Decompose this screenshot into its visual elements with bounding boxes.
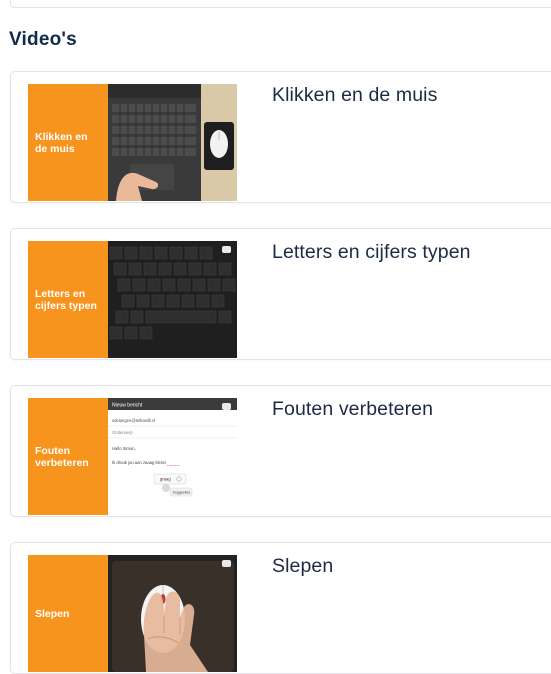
video-card-fouten[interactable]: Fouten verbeteren Nieuw bericht sdelange… (10, 385, 551, 517)
previous-card-edge (10, 0, 551, 8)
hand-on-mouse-photo (108, 555, 237, 672)
email-header: Nieuw bericht (112, 403, 143, 409)
thumbnail-label-panel: Klikken en de muis (28, 84, 108, 201)
thumbnail-label-panel: Slepen (28, 555, 108, 672)
keyboard-photo (108, 241, 237, 358)
email-body: Ik drouk jou aan zaaag kleinz (112, 460, 166, 465)
video-thumbnail[interactable]: Klikken en de muis (28, 84, 237, 201)
thumbnail-label-panel: Letters en cijfers typen (28, 241, 108, 358)
camera-icon (222, 246, 231, 253)
video-title[interactable]: Letters en cijfers typen (272, 241, 471, 264)
video-thumbnail[interactable]: Fouten verbeteren Nieuw bericht sdelange… (28, 398, 237, 515)
video-card-klikken[interactable]: Klikken en de muis Klikken en de muis (10, 71, 551, 203)
video-card-slepen[interactable]: Slepen Slepen (10, 542, 551, 674)
camera-icon (222, 403, 231, 410)
email-greeting: Hallo Simon, (112, 446, 136, 451)
thumbnail-label-panel: Fouten verbeteren (28, 398, 108, 515)
video-title[interactable]: Klikken en de muis (272, 84, 437, 107)
thumbnail-label: Klikken en de muis (35, 130, 88, 155)
video-thumbnail[interactable]: Letters en cijfers typen (28, 241, 237, 358)
email-subject: Onderwerp (112, 430, 133, 435)
laptop-mouse-photo (108, 84, 237, 201)
thumbnail-label: Slepen (35, 607, 70, 620)
camera-icon (222, 560, 231, 567)
video-title[interactable]: Slepen (272, 555, 333, 578)
video-title[interactable]: Fouten verbeteren (272, 398, 433, 421)
video-thumbnail[interactable]: Slepen (28, 555, 237, 672)
video-card-letters[interactable]: Letters en cijfers typen Letters en cijf… (10, 228, 551, 360)
email-to: sdelangen@telbanilk.nl (112, 418, 155, 423)
thumbnail-label: Fouten verbeteren (35, 444, 89, 469)
section-title: Video's (9, 29, 77, 50)
suggestion-word: graag (160, 477, 171, 482)
suggestions-label: Suggesties (173, 491, 191, 495)
thumbnail-label: Letters en cijfers typen (35, 287, 97, 312)
email-screenshot: Nieuw bericht sdelangen@telbanilk.nl Ond… (108, 398, 237, 515)
